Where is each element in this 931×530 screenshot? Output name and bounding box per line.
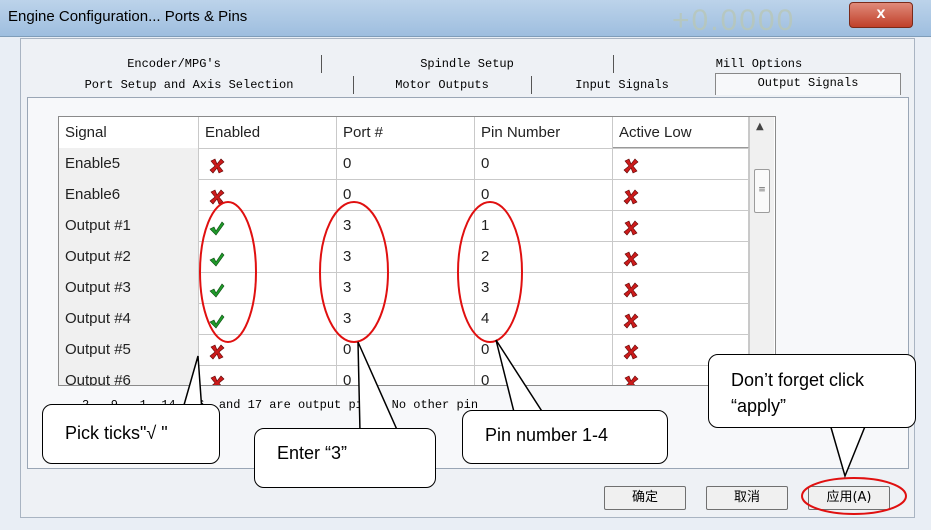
- pin-cell[interactable]: 0: [475, 148, 613, 179]
- signal-cell: Output #2: [59, 241, 199, 272]
- tab-row-2: Port Setup and Axis Selection Motor Outp…: [29, 73, 905, 95]
- title-bar: Engine Configuration... Ports & Pins +0.…: [0, 0, 931, 37]
- tab-row-1: Encoder/MPG's Spindle Setup Mill Options: [29, 55, 905, 73]
- active-low-cell[interactable]: [613, 179, 749, 210]
- tab-mill-options[interactable]: Mill Options: [613, 55, 904, 73]
- scroll-thumb[interactable]: ≡: [754, 169, 770, 213]
- pin-cell[interactable]: 0: [475, 334, 613, 365]
- tab-output-signals[interactable]: Output Signals: [715, 73, 901, 95]
- signal-cell: Output #1: [59, 210, 199, 241]
- signal-cell: Enable6: [59, 179, 199, 210]
- signal-cell: Output #6: [59, 365, 199, 385]
- callout-pin-number-text: Pin number 1-4: [485, 425, 609, 445]
- enabled-cell[interactable]: [199, 210, 337, 241]
- port-cell[interactable]: 0: [337, 179, 475, 210]
- red-x-icon[interactable]: [623, 309, 639, 329]
- signal-cell: Output #5: [59, 334, 199, 365]
- close-button[interactable]: x: [849, 2, 913, 28]
- enabled-cell[interactable]: [199, 179, 337, 210]
- green-check-icon[interactable]: [209, 216, 225, 236]
- green-check-icon[interactable]: [209, 247, 225, 267]
- port-cell[interactable]: 0: [337, 365, 475, 385]
- window-title: Engine Configuration... Ports & Pins: [8, 8, 248, 25]
- callout-enter-3-text: Enter “3”: [277, 443, 348, 463]
- red-x-icon[interactable]: [209, 185, 225, 205]
- pin-cell[interactable]: 4: [475, 303, 613, 334]
- port-cell[interactable]: 0: [337, 148, 475, 179]
- red-x-icon[interactable]: [623, 371, 639, 385]
- green-check-icon[interactable]: [209, 309, 225, 329]
- red-x-icon[interactable]: [209, 371, 225, 385]
- table-row: Output #5 0 0: [59, 334, 749, 366]
- apply-button[interactable]: 应用(A): [808, 486, 890, 510]
- enabled-cell[interactable]: [199, 303, 337, 334]
- callout-apply: Don’t forget click “apply”: [708, 354, 916, 428]
- red-x-icon[interactable]: [623, 154, 639, 174]
- port-cell[interactable]: 0: [337, 334, 475, 365]
- port-cell[interactable]: 3: [337, 241, 475, 272]
- red-x-icon[interactable]: [623, 340, 639, 360]
- active-low-cell[interactable]: [613, 272, 749, 303]
- header-port: Port #: [337, 117, 475, 148]
- green-check-icon[interactable]: [209, 278, 225, 298]
- signals-grid: Signal Enabled Port # Pin Number Active …: [58, 116, 776, 386]
- table-row: Output #4 3 4: [59, 303, 749, 335]
- table-row: Output #2 3 2: [59, 241, 749, 273]
- pin-cell[interactable]: 1: [475, 210, 613, 241]
- tab-port-setup[interactable]: Port Setup and Axis Selection: [29, 76, 349, 94]
- red-x-icon[interactable]: [209, 154, 225, 174]
- callout-pick-ticks-text: Pick ticks"√ ": [65, 423, 168, 443]
- header-enabled: Enabled: [199, 117, 337, 148]
- pin-cell[interactable]: 2: [475, 241, 613, 272]
- grid-scrollbar[interactable]: ▲ ≡: [749, 117, 774, 385]
- ok-button[interactable]: 确定: [604, 486, 686, 510]
- red-x-icon[interactable]: [623, 278, 639, 298]
- table-row: Enable5 0 0: [59, 148, 749, 180]
- enabled-cell[interactable]: [199, 272, 337, 303]
- signal-cell: Enable5: [59, 148, 199, 179]
- tab-input-signals[interactable]: Input Signals: [531, 76, 712, 94]
- active-low-cell[interactable]: [613, 241, 749, 272]
- cancel-button[interactable]: 取消: [706, 486, 788, 510]
- callout-apply-text: Don’t forget click “apply”: [731, 370, 865, 416]
- grid-header: Signal Enabled Port # Pin Number Active …: [59, 117, 749, 149]
- header-active-low: Active Low: [613, 117, 749, 148]
- enabled-cell[interactable]: [199, 241, 337, 272]
- tab-motor-outputs[interactable]: Motor Outputs: [353, 76, 530, 94]
- signal-cell: Output #4: [59, 303, 199, 334]
- header-pin-number: Pin Number: [475, 117, 613, 148]
- active-low-cell[interactable]: [613, 148, 749, 179]
- active-low-cell[interactable]: [613, 210, 749, 241]
- pin-cell[interactable]: 3: [475, 272, 613, 303]
- callout-pick-ticks: Pick ticks"√ ": [42, 404, 220, 464]
- scroll-up-icon[interactable]: ▲: [756, 121, 764, 132]
- callout-pin-number: Pin number 1-4: [462, 410, 668, 464]
- red-x-icon[interactable]: [623, 185, 639, 205]
- red-x-icon[interactable]: [623, 247, 639, 267]
- tab-encoder-mpg[interactable]: Encoder/MPG's: [29, 55, 319, 73]
- red-x-icon[interactable]: [209, 340, 225, 360]
- table-row: Output #3 3 3: [59, 272, 749, 304]
- enabled-cell[interactable]: [199, 365, 337, 385]
- pin-cell[interactable]: 0: [475, 365, 613, 385]
- callout-enter-3: Enter “3”: [254, 428, 436, 488]
- header-signal: Signal: [59, 117, 199, 148]
- background-readout: +0.0000: [672, 4, 796, 37]
- enabled-cell[interactable]: [199, 334, 337, 365]
- table-row: Output #6 0 0: [59, 365, 749, 385]
- port-cell[interactable]: 3: [337, 272, 475, 303]
- signal-cell: Output #3: [59, 272, 199, 303]
- tab-spindle-setup[interactable]: Spindle Setup: [321, 55, 612, 73]
- table-row: Output #1 3 1: [59, 210, 749, 242]
- enabled-cell[interactable]: [199, 148, 337, 179]
- table-row: Enable6 0 0: [59, 179, 749, 211]
- active-low-cell[interactable]: [613, 303, 749, 334]
- red-x-icon[interactable]: [623, 216, 639, 236]
- port-cell[interactable]: 3: [337, 210, 475, 241]
- pin-cell[interactable]: 0: [475, 179, 613, 210]
- port-cell[interactable]: 3: [337, 303, 475, 334]
